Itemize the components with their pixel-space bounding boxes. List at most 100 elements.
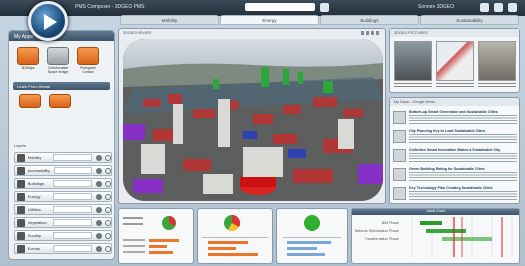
layer-toggle[interactable] bbox=[96, 245, 103, 252]
tab-mobility[interactable]: Mobility bbox=[120, 15, 219, 25]
news-item[interactable]: Green Building Rating for Sustainable Ci… bbox=[393, 167, 518, 184]
pipe-icon bbox=[17, 205, 25, 214]
app-window: PMS Composer - 3DGEO PMS Sonnen 3DGEO Mo… bbox=[0, 0, 525, 266]
tab-buildings[interactable]: Buildings bbox=[320, 15, 419, 25]
bolt-icon bbox=[17, 192, 25, 201]
layer-filter-field[interactable] bbox=[53, 245, 93, 252]
tab-bar: Mobility Energy Buildings Sustainability bbox=[120, 15, 520, 25]
learn-tile-2[interactable] bbox=[49, 94, 71, 108]
search-icon[interactable] bbox=[105, 167, 112, 174]
layer-toggle[interactable] bbox=[96, 193, 103, 200]
layer-filter-field[interactable] bbox=[53, 154, 93, 161]
layer-label: Buildings bbox=[27, 181, 45, 186]
gantt-widget: Gantt Chart BIM Phase Network Optimizati… bbox=[351, 208, 520, 264]
settings-icon[interactable] bbox=[494, 3, 503, 12]
pin-icon bbox=[17, 218, 25, 227]
map-window: 3DGEOVIEWER bbox=[118, 28, 386, 204]
layer-toggle[interactable] bbox=[96, 167, 103, 174]
people-icon bbox=[17, 244, 25, 253]
news-headline[interactable]: Collective Smart Innovation Makes a Sust… bbox=[409, 148, 517, 152]
layer-filter-field[interactable] bbox=[53, 180, 93, 187]
news-item[interactable]: City Planning Key to Lead Sustainable Ci… bbox=[393, 129, 518, 146]
news-snippet bbox=[409, 134, 517, 144]
news-headline[interactable]: Key Technology Plan Creating Sustainable… bbox=[409, 186, 517, 190]
photo-thumbnail[interactable] bbox=[394, 41, 432, 81]
help-icon[interactable] bbox=[480, 3, 489, 12]
layers-label: Layers bbox=[14, 143, 27, 148]
news-item[interactable]: Key Technology Plan Creating Sustainable… bbox=[393, 186, 518, 203]
app-tile-pictogram[interactable]: Pictogram Creator bbox=[77, 47, 99, 74]
photo-thumbnail[interactable] bbox=[478, 41, 516, 81]
app-tile-collaborative[interactable]: Collaborative Space Image bbox=[47, 47, 69, 74]
photo-caption bbox=[478, 83, 516, 89]
user-name[interactable]: Sonnen 3DGEO bbox=[418, 4, 454, 10]
search-icon[interactable] bbox=[105, 206, 111, 213]
map-title: 3DGEOVIEWER bbox=[123, 31, 152, 35]
tab-energy[interactable]: Energy bbox=[220, 15, 319, 25]
news-thumbnail bbox=[393, 130, 406, 143]
news-item[interactable]: Collective Smart Innovation Makes a Sust… bbox=[393, 148, 518, 165]
news-item[interactable]: Bottom-up Smart Generation and Sustainab… bbox=[393, 110, 518, 127]
layer-row-utilities[interactable]: Utilities bbox=[14, 204, 112, 215]
cloud-icon bbox=[47, 47, 69, 65]
layer-filter-field[interactable] bbox=[53, 167, 93, 174]
news-thumbnail bbox=[393, 168, 406, 181]
layer-row-buildings[interactable]: Buildings bbox=[14, 178, 112, 189]
gantt-bars bbox=[411, 217, 513, 257]
stats-widget-3 bbox=[276, 208, 348, 264]
road-icon bbox=[17, 166, 25, 175]
news-snippet bbox=[409, 191, 517, 201]
app-tile-label: Collaborative Space Image bbox=[47, 66, 69, 74]
stats-chart bbox=[202, 214, 268, 256]
search-icon[interactable] bbox=[105, 245, 111, 252]
search-icon[interactable] bbox=[105, 180, 111, 187]
layer-toggle[interactable] bbox=[96, 180, 103, 187]
news-headline[interactable]: Green Building Rating for Sustainable Ci… bbox=[409, 167, 517, 171]
learn-tile-1[interactable] bbox=[19, 94, 41, 108]
news-headline[interactable]: Bottom-up Smart Generation and Sustainab… bbox=[409, 110, 517, 114]
layer-row-mobility[interactable]: Mobility bbox=[14, 152, 112, 163]
search-icon[interactable] bbox=[105, 232, 111, 239]
layer-toggle[interactable] bbox=[96, 219, 103, 226]
person-walking-icon bbox=[17, 47, 39, 65]
news-panel: My Dash - Google News Bottom-up Smart Ge… bbox=[389, 97, 520, 204]
photo-thumbnail[interactable] bbox=[436, 41, 474, 81]
news-snippet bbox=[409, 153, 517, 163]
search-icon[interactable] bbox=[105, 154, 111, 161]
gantt-title: Gantt Chart bbox=[352, 209, 519, 215]
search-input[interactable] bbox=[245, 3, 315, 11]
layer-row-events[interactable]: Events bbox=[14, 243, 112, 254]
layer-filter-field[interactable] bbox=[53, 193, 93, 200]
news-thumbnail bbox=[393, 149, 406, 162]
layer-toggle[interactable] bbox=[96, 154, 103, 161]
search-icon[interactable] bbox=[105, 219, 111, 226]
layer-row-energy[interactable]: Energy bbox=[14, 191, 112, 202]
layer-row-society[interactable]: Society bbox=[14, 230, 112, 241]
app-tiles: 3DMaps Collaborative Space Image Pictogr… bbox=[9, 41, 114, 76]
stats-widget-1 bbox=[118, 208, 194, 264]
tab-sustainability[interactable]: Sustainability bbox=[420, 15, 519, 25]
layer-filter-field[interactable] bbox=[53, 219, 93, 226]
search-icon[interactable] bbox=[105, 193, 111, 200]
layer-toggle[interactable] bbox=[96, 232, 103, 239]
layer-filter-field[interactable] bbox=[53, 206, 93, 213]
news-snippet bbox=[409, 115, 517, 125]
logout-icon[interactable] bbox=[508, 3, 517, 12]
news-headline[interactable]: City Planning Key to Lead Sustainable Ci… bbox=[409, 129, 517, 133]
news-thumbnail bbox=[393, 187, 406, 200]
layer-filter-field[interactable] bbox=[53, 232, 93, 239]
layer-label: Society bbox=[27, 233, 41, 238]
layer-label: Mobility bbox=[27, 155, 42, 160]
layer-toggle[interactable] bbox=[96, 206, 103, 213]
layer-row-vegetation[interactable]: Vegetation bbox=[14, 217, 112, 228]
map-toolbar[interactable] bbox=[361, 31, 381, 35]
layer-row-accessibility[interactable]: Accessibility bbox=[14, 165, 112, 176]
gantt-row-label: Transformation Phase bbox=[364, 237, 399, 241]
city-3d-map[interactable] bbox=[123, 39, 383, 201]
bell-icon[interactable] bbox=[320, 3, 329, 12]
app-tile-3dmaps[interactable]: 3DMaps bbox=[17, 47, 39, 74]
app-tile-label: Pictogram Creator bbox=[80, 66, 96, 74]
gantt-row-label: BIM Phase bbox=[381, 221, 399, 225]
news-title: My Dash - Google News bbox=[390, 98, 519, 106]
app-logo[interactable] bbox=[28, 1, 68, 41]
